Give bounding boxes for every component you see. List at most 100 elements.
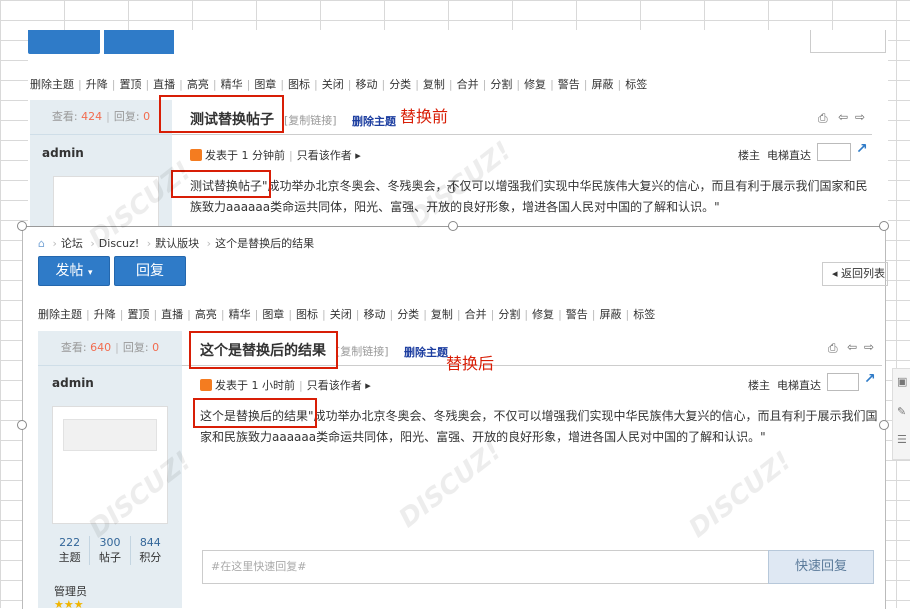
- separator: |: [524, 308, 529, 321]
- after-mod-action[interactable]: 图章: [262, 308, 284, 321]
- breadcrumb-default-board[interactable]: 默认版块: [155, 237, 199, 250]
- after-mod-action[interactable]: 移动: [363, 308, 385, 321]
- before-mod-action[interactable]: 标签: [625, 78, 647, 91]
- after-mod-action[interactable]: 分割: [498, 308, 520, 321]
- after-mod-action[interactable]: 分类: [397, 308, 419, 321]
- after-avatar[interactable]: [52, 406, 168, 524]
- post-new-thread-button[interactable]: 发帖 ▾: [38, 256, 110, 286]
- before-mod-action[interactable]: 删除主题: [30, 78, 74, 91]
- separator: |: [187, 308, 191, 321]
- edit-icon[interactable]: ✎: [897, 405, 906, 418]
- list-icon[interactable]: ☰: [897, 433, 907, 446]
- before-mod-action[interactable]: 图章: [254, 78, 276, 91]
- user-stat-label: 帖子: [98, 551, 121, 564]
- after-mod-action[interactable]: 合并: [465, 308, 487, 321]
- before-delete-topic-link[interactable]: 删除主题: [352, 113, 396, 129]
- back-to-list-partial[interactable]: [810, 30, 886, 53]
- before-mod-action[interactable]: 关闭: [322, 78, 344, 91]
- rotate-handle-icon[interactable]: ↻: [446, 183, 457, 198]
- before-mod-action[interactable]: 分类: [389, 78, 411, 91]
- separator: |: [456, 308, 461, 321]
- post-button-partial[interactable]: [28, 30, 100, 54]
- separator: |: [153, 308, 158, 321]
- after-mod-action[interactable]: 图标: [296, 308, 318, 321]
- before-mod-action[interactable]: 升降: [86, 78, 108, 91]
- after-copy-link[interactable]: [复制链接]: [336, 343, 389, 359]
- after-mod-action[interactable]: 关闭: [330, 308, 352, 321]
- after-mod-action[interactable]: 复制: [431, 308, 453, 321]
- after-mod-action[interactable]: 精华: [229, 308, 251, 321]
- prev-thread-icon[interactable]: ⇦: [838, 110, 848, 124]
- print-icon[interactable]: ⎙: [828, 341, 838, 356]
- chevron-down-icon: ▾: [87, 268, 93, 278]
- next-thread-icon[interactable]: ⇨: [864, 340, 874, 354]
- after-mod-action[interactable]: 标签: [633, 308, 655, 321]
- after-breadcrumb: ⌂ › 论坛 › Discuz! › 默认版块 › 这个是替换后的结果: [38, 237, 315, 250]
- before-avatar[interactable]: [53, 176, 159, 228]
- separator: |: [288, 308, 293, 321]
- separator: |: [119, 308, 124, 321]
- prev-thread-icon[interactable]: ⇦: [847, 340, 857, 354]
- user-stat-value[interactable]: 222: [50, 536, 89, 549]
- after-mod-action[interactable]: 修复: [532, 308, 554, 321]
- reply-button[interactable]: 回复: [114, 256, 186, 286]
- separator: |: [280, 78, 285, 91]
- quick-reply-button[interactable]: 快速回复: [768, 550, 874, 584]
- before-mod-action[interactable]: 置顶: [119, 78, 141, 91]
- separator: |: [347, 78, 352, 91]
- reply-button-partial[interactable]: [104, 30, 174, 54]
- breadcrumb-forum[interactable]: 论坛: [61, 237, 83, 250]
- after-mod-action[interactable]: 警告: [566, 308, 588, 321]
- after-mod-action[interactable]: 高亮: [195, 308, 217, 321]
- after-mod-action[interactable]: 置顶: [127, 308, 149, 321]
- before-mod-action[interactable]: 移动: [355, 78, 377, 91]
- comment-icon[interactable]: ▣: [897, 375, 907, 388]
- after-content-highlight-box: [193, 398, 317, 428]
- quick-reply-input[interactable]: #在这里快速回复#: [202, 550, 770, 584]
- back-to-list-button[interactable]: ◂ 返回列表: [822, 262, 888, 286]
- after-mod-action[interactable]: 删除主题: [38, 308, 82, 321]
- separator: |: [490, 308, 495, 321]
- after-user-group[interactable]: 管理员: [54, 583, 87, 599]
- next-thread-icon[interactable]: ⇨: [855, 110, 865, 124]
- after-author-name[interactable]: admin: [52, 376, 94, 390]
- resize-handle[interactable]: [17, 221, 27, 231]
- before-copy-link[interactable]: [复制链接]: [284, 112, 337, 128]
- user-stat-value[interactable]: 300: [90, 536, 129, 549]
- before-only-author-link[interactable]: 只看该作者 ▸: [297, 149, 361, 162]
- before-elevator-input[interactable]: [817, 143, 851, 161]
- resize-handle[interactable]: [879, 221, 889, 231]
- before-mod-action[interactable]: 图标: [288, 78, 310, 91]
- after-annotation-label: 替换后: [446, 354, 495, 373]
- after-delete-topic-link[interactable]: 删除主题: [404, 344, 448, 360]
- before-mod-action[interactable]: 合并: [457, 78, 479, 91]
- before-elevator-go-icon[interactable]: ↗: [856, 141, 868, 157]
- user-stat-value[interactable]: 844: [131, 536, 170, 549]
- separator: |: [558, 308, 562, 321]
- home-icon[interactable]: ⌂: [38, 237, 45, 250]
- before-mod-action[interactable]: 修复: [524, 78, 546, 91]
- after-user-stats: 222 主题 300 帖子 844 积分: [50, 536, 170, 565]
- before-mod-action[interactable]: 高亮: [187, 78, 209, 91]
- before-mod-action[interactable]: 分割: [490, 78, 512, 91]
- after-elevator-go-icon[interactable]: ↗: [864, 371, 876, 387]
- before-mod-action[interactable]: 警告: [558, 78, 580, 91]
- before-mod-action[interactable]: 屏蔽: [592, 78, 614, 91]
- after-mod-action[interactable]: 升降: [94, 308, 116, 321]
- breadcrumb-current-thread[interactable]: 这个是替换后的结果: [215, 237, 314, 250]
- after-only-author-link[interactable]: 只看该作者 ▸: [307, 379, 371, 392]
- before-mod-action[interactable]: 精华: [221, 78, 243, 91]
- breadcrumb-discuz[interactable]: Discuz!: [99, 237, 139, 250]
- before-mod-action[interactable]: 直播: [153, 78, 175, 91]
- separator: |: [111, 78, 116, 91]
- print-icon[interactable]: ⎙: [818, 111, 828, 126]
- after-mod-action[interactable]: 屏蔽: [600, 308, 622, 321]
- resize-handle[interactable]: [879, 420, 889, 430]
- resize-handle[interactable]: [17, 420, 27, 430]
- user-stat-label: 积分: [139, 551, 162, 564]
- before-author-name[interactable]: admin: [42, 146, 84, 160]
- resize-handle[interactable]: [448, 221, 458, 231]
- after-mod-action[interactable]: 直播: [161, 308, 183, 321]
- before-mod-action[interactable]: 复制: [423, 78, 445, 91]
- after-elevator-input[interactable]: [827, 373, 859, 391]
